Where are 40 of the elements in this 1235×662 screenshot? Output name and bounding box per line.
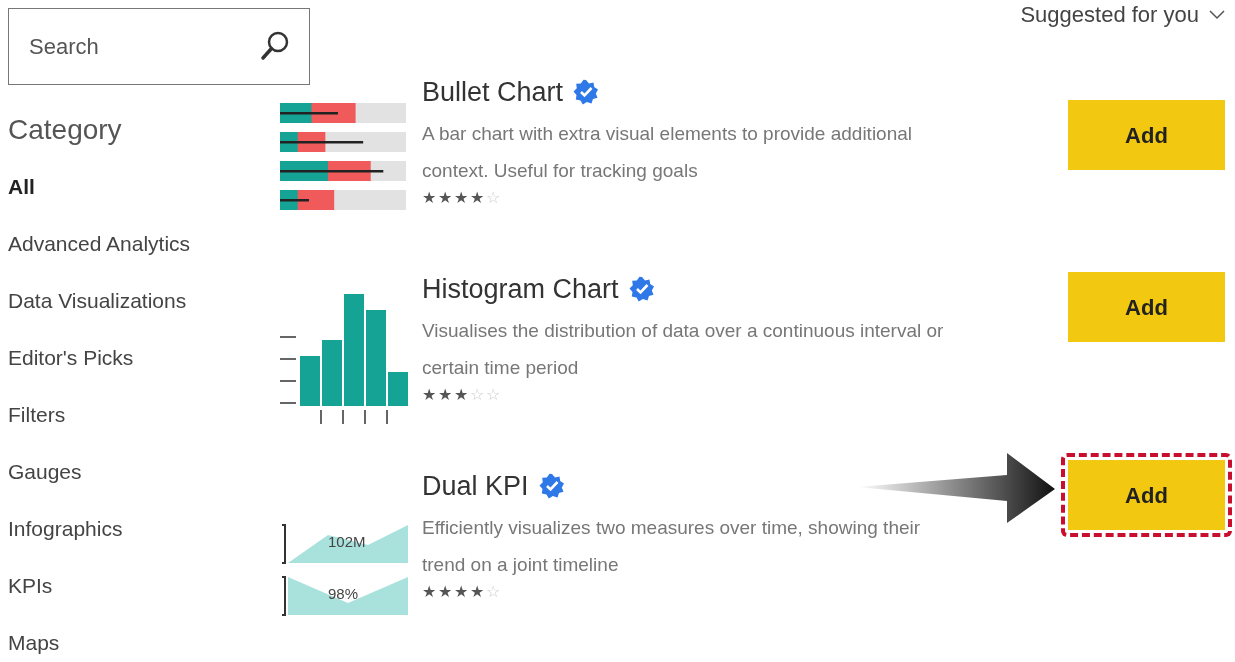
chevron-down-icon bbox=[1209, 10, 1225, 20]
filled-star-icon: ★ bbox=[438, 386, 452, 405]
category-heading: Category bbox=[8, 113, 123, 147]
filled-star-icon: ★ bbox=[422, 583, 436, 602]
visual-description: A bar chart with extra visual elements to provide additional context. Useful for tracking goals bbox=[422, 122, 914, 184]
visual-title: Bullet Chart bbox=[422, 76, 564, 110]
search-icon[interactable] bbox=[260, 30, 290, 62]
sort-dropdown[interactable]: Suggested for you bbox=[1020, 2, 1225, 28]
category-item[interactable]: KPIs bbox=[8, 572, 272, 600]
kpi-value: 98% bbox=[328, 584, 359, 605]
category-item[interactable]: All bbox=[8, 173, 272, 201]
search-field[interactable]: Search bbox=[8, 8, 310, 85]
category-item[interactable]: Filters bbox=[8, 401, 272, 429]
category-item[interactable]: Maps bbox=[8, 629, 272, 657]
filled-star-icon: ★ bbox=[454, 386, 468, 405]
filled-star-icon: ★ bbox=[470, 189, 484, 208]
filled-star-icon: ★ bbox=[454, 583, 468, 602]
visual-description: Visualises the distribution of data over a continuous interval or certain time period bbox=[422, 319, 945, 381]
add-button[interactable]: Add bbox=[1068, 460, 1225, 531]
filled-star-icon: ★ bbox=[454, 189, 468, 208]
empty-star-icon: ☆ bbox=[486, 189, 500, 208]
category-item[interactable]: Infographics bbox=[8, 515, 272, 543]
category-item[interactable]: Data Visualizations bbox=[8, 287, 272, 315]
category-item[interactable]: Editor's Picks bbox=[8, 344, 272, 372]
filled-star-icon: ★ bbox=[438, 583, 452, 602]
add-button[interactable]: Add bbox=[1068, 272, 1225, 343]
kpi-value: 102M bbox=[328, 532, 366, 553]
visual-description: Efficiently visualizes two measures over time, showing their trend on a joint timeline bbox=[422, 516, 922, 578]
visual-title: Dual KPI bbox=[422, 470, 529, 504]
filled-star-icon: ★ bbox=[422, 386, 436, 405]
empty-star-icon: ☆ bbox=[470, 386, 484, 405]
empty-star-icon: ☆ bbox=[486, 386, 500, 405]
filled-star-icon: ★ bbox=[470, 583, 484, 602]
category-item[interactable]: Gauges bbox=[8, 458, 272, 486]
filled-star-icon: ★ bbox=[422, 189, 436, 208]
add-button[interactable]: Add bbox=[1068, 100, 1225, 171]
empty-star-icon: ☆ bbox=[486, 583, 500, 602]
visual-title: Histogram Chart bbox=[422, 273, 619, 307]
filled-star-icon: ★ bbox=[438, 189, 452, 208]
category-item[interactable]: Advanced Analytics bbox=[8, 230, 272, 258]
